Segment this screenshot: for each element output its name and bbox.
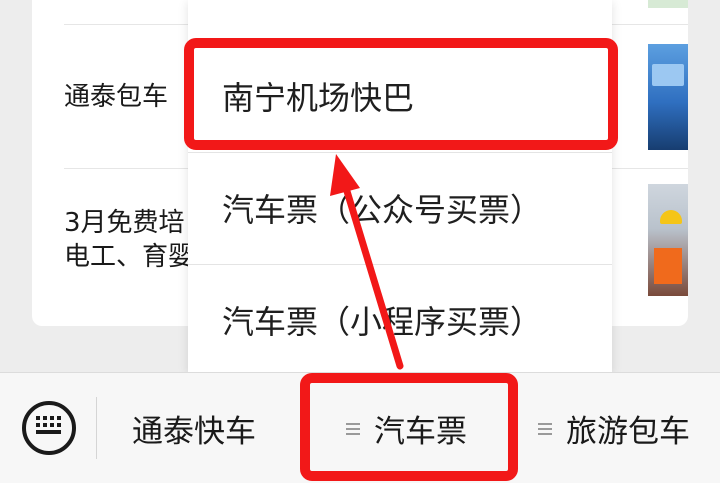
tab-bus-ticket[interactable]: 汽车票 [346,373,467,483]
menu-item-bus-ticket-mini-program[interactable]: 汽车票（小程序买票） [188,272,612,368]
menu-item-bus-ticket-official-account[interactable]: 汽车票（公众号买票） [188,160,612,256]
keyboard-icon[interactable] [22,401,76,455]
hard-hat-shape [660,210,682,224]
article-thumbnail-workers[interactable] [648,184,688,296]
article-thumbnail-bus[interactable] [648,44,688,150]
tab-travel-charter[interactable]: 旅游包车 [538,373,690,483]
tab-tongtai-express[interactable]: 通泰快车 [132,373,256,483]
safety-vest-shape [654,248,682,284]
menu-icon [346,422,360,435]
menu-item-nanning-airport-bus[interactable]: 南宁机场快巴 [188,48,612,144]
menu-icon [538,422,552,435]
keyboard-keys-glyph [36,416,62,438]
bar-divider [96,397,97,459]
tab-label: 旅游包车 [566,414,690,450]
menu-divider [188,152,612,153]
article-thumbnail[interactable] [648,0,688,8]
tab-label: 汽车票 [374,414,467,450]
tab-label: 通泰快车 [132,414,256,450]
bottom-menu-bar: 通泰快车 汽车票 旅游包车 [0,372,720,483]
article-item[interactable]: 通泰包车 [32,66,190,126]
article-item[interactable]: 3月免费培 电工、育婴 [32,200,194,290]
dropdown-menu: 南宁机场快巴 汽车票（公众号买票） 汽车票（小程序买票） [188,0,612,372]
menu-divider [188,264,612,265]
